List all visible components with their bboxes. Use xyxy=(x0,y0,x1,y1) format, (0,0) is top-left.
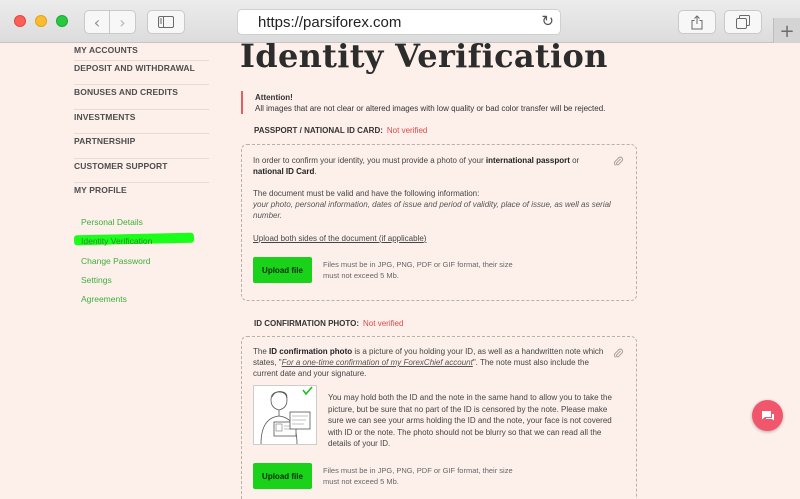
passport-upload-note: Files must be in JPG, PNG, PDF or GIF fo… xyxy=(323,260,513,280)
address-bar[interactable]: https://parsiforex.com ↻ xyxy=(237,9,561,35)
close-window-button[interactable] xyxy=(14,15,26,27)
back-button[interactable]: ‹ xyxy=(84,10,110,34)
passport-intro: In order to confirm your identity, you m… xyxy=(253,156,580,176)
id-photo-intro: The ID confirmation photo is a picture o… xyxy=(253,347,604,378)
chevron-left-icon: ‹ xyxy=(93,12,101,32)
nav-my-profile[interactable]: MY PROFILE xyxy=(74,183,209,207)
id-photo-section-label: ID CONFIRMATION PHOTO: Not verified xyxy=(254,319,404,328)
passport-upload-button[interactable]: Upload file xyxy=(253,257,312,283)
zoom-window-button[interactable] xyxy=(56,15,68,27)
subnav-change-password[interactable]: Change Password xyxy=(81,255,152,274)
chevron-right-icon: › xyxy=(119,12,126,32)
nav-partnership[interactable]: PARTNERSHIP xyxy=(74,134,209,159)
paperclip-icon xyxy=(614,156,623,166)
id-photo-example-illustration xyxy=(253,385,317,445)
tabs-overview-button[interactable] xyxy=(724,10,762,34)
attention-title: Attention! xyxy=(255,93,293,102)
tabs-icon xyxy=(736,15,750,29)
url-text: https://parsiforex.com xyxy=(258,14,402,31)
id-photo-upload-button[interactable]: Upload file xyxy=(253,463,312,489)
nav-my-accounts[interactable]: MY ACCOUNTS xyxy=(74,43,209,61)
status-badge: Not verified xyxy=(363,319,404,328)
attention-text: All images that are not clear or altered… xyxy=(255,104,606,113)
upload-both-sides-note: Upload both sides of the document (if ap… xyxy=(253,234,427,243)
sidebar-toggle-icon xyxy=(158,16,174,28)
share-button[interactable] xyxy=(678,10,716,34)
nav-deposit-withdrawal[interactable]: DEPOSIT AND WITHDRAWAL xyxy=(74,61,209,86)
share-icon xyxy=(691,14,703,29)
status-badge: Not verified xyxy=(386,126,428,135)
subnav-identity-verification[interactable]: Identity Verification xyxy=(73,233,195,254)
new-tab-button[interactable]: + xyxy=(773,18,800,44)
sidebar-toggle-button[interactable] xyxy=(147,10,185,34)
attention-notice: Attention! All images that are not clear… xyxy=(241,91,641,114)
minimize-window-button[interactable] xyxy=(35,15,47,27)
chat-icon xyxy=(761,410,774,420)
chat-button[interactable] xyxy=(752,400,783,431)
passport-requirements: The document must be valid and have the … xyxy=(253,189,611,220)
person-holding-id-illustration xyxy=(260,386,313,445)
page-content: MY ACCOUNTS DEPOSIT AND WITHDRAWAL BONUS… xyxy=(0,43,800,499)
plus-icon: + xyxy=(779,20,795,42)
if-applicable-link[interactable]: if applicable xyxy=(382,234,424,243)
passport-upload-box: In order to confirm your identity, you m… xyxy=(241,144,637,301)
paperclip-icon xyxy=(614,348,623,358)
subnav-settings[interactable]: Settings xyxy=(81,274,152,293)
nav-customer-support[interactable]: CUSTOMER SUPPORT xyxy=(74,159,209,183)
nav-bonuses-credits[interactable]: BONUSES AND CREDITS xyxy=(74,85,209,110)
forward-button[interactable]: › xyxy=(110,10,136,34)
id-photo-upload-box: The ID confirmation photo is a picture o… xyxy=(241,336,637,499)
id-photo-instructions: You may hold both the ID and the note in… xyxy=(328,393,612,448)
subnav-agreements[interactable]: Agreements xyxy=(81,293,152,312)
id-photo-upload-note: Files must be in JPG, PNG, PDF or GIF fo… xyxy=(323,466,513,486)
nav-investments[interactable]: INVESTMENTS xyxy=(74,110,209,135)
account-sidebar: MY ACCOUNTS DEPOSIT AND WITHDRAWAL BONUS… xyxy=(74,43,209,207)
passport-section-label: PASSPORT / NATIONAL ID CARD: Not verified xyxy=(254,126,428,135)
page-title: Identity Verification xyxy=(240,43,608,75)
profile-subnav: Personal Details Identity Verification C… xyxy=(73,216,195,312)
subnav-personal-details[interactable]: Personal Details xyxy=(81,216,152,235)
reload-icon[interactable]: ↻ xyxy=(541,12,554,30)
browser-toolbar: ‹ › https://parsiforex.com ↻ + xyxy=(0,0,800,44)
